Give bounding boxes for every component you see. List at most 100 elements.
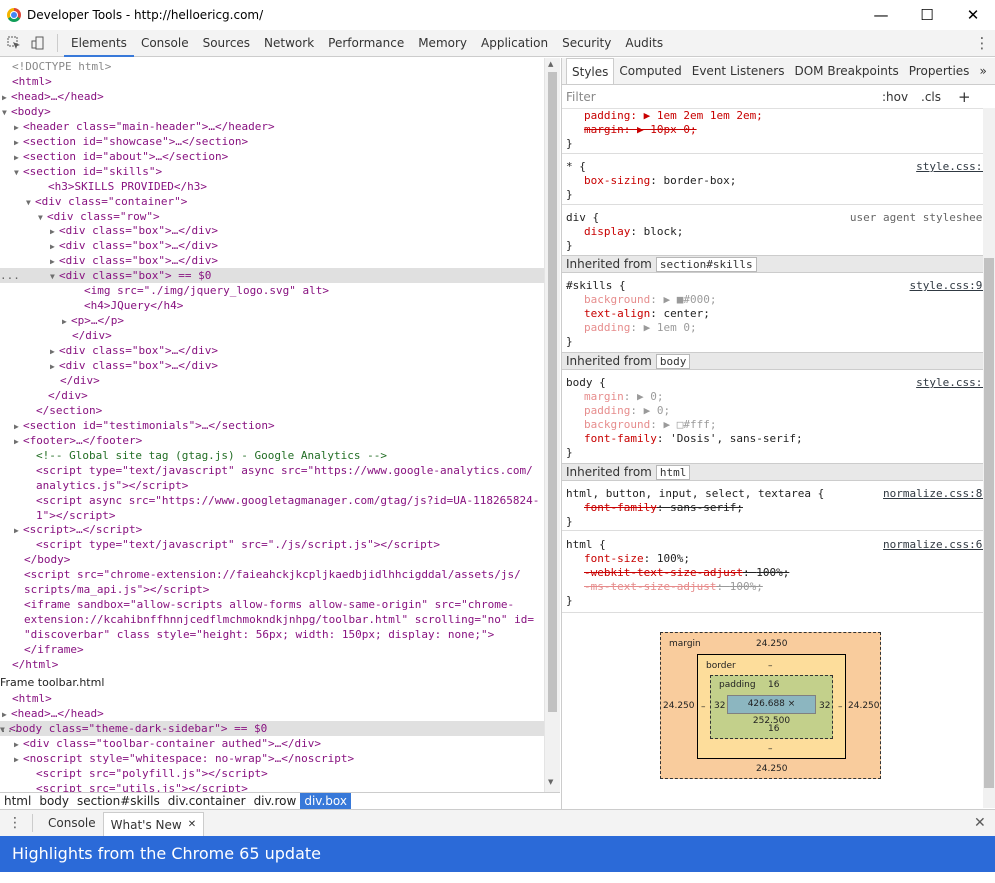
dom-node-line[interactable]: </div> (0, 373, 544, 388)
margin-bottom-value[interactable]: 24.250 (756, 764, 788, 774)
css-line[interactable]: html { (566, 538, 606, 552)
dom-node-line[interactable]: </section> (0, 403, 544, 418)
styles-more-tabs-icon[interactable]: » (974, 58, 991, 84)
dom-node-line[interactable]: ▶ <head>…</head> (0, 706, 544, 721)
expand-toggle-icon[interactable]: ▼ (50, 269, 59, 284)
expand-toggle-icon[interactable]: ▶ (14, 419, 23, 434)
css-line[interactable]: html, button, input, select, textarea { (566, 487, 824, 501)
css-line[interactable]: } (566, 137, 573, 151)
css-line[interactable]: body { (566, 376, 606, 390)
dom-node-line[interactable]: ▶ <div class="box">…</div> (0, 238, 544, 253)
breadcrumb-item[interactable]: html (0, 793, 35, 810)
dom-node-line[interactable]: <img src="./img/jquery_logo.svg" alt> (0, 283, 544, 298)
dom-node-line[interactable]: </div> (0, 328, 544, 343)
dom-node-line[interactable]: 1"></script> (0, 508, 544, 523)
dom-node-line[interactable]: ▼ <div class="container"> (0, 194, 544, 209)
breadcrumb-item[interactable]: section#skills (73, 793, 164, 810)
close-button[interactable]: ✕ (950, 0, 995, 30)
expand-toggle-icon[interactable]: ▶ (2, 90, 11, 105)
expand-toggle-icon[interactable]: ▼ (2, 105, 11, 120)
margin-top-value[interactable]: 24.250 (756, 639, 788, 649)
css-line[interactable]: padding: ▶ 1em 2em 1em 2em; (584, 109, 763, 123)
dom-node-line[interactable]: ▶ <div class="box">…</div> (0, 343, 544, 358)
expand-toggle-icon[interactable]: ▶ (14, 135, 23, 150)
css-line[interactable]: font-family: 'Dosis', sans-serif; (584, 432, 803, 446)
tab-sources[interactable]: Sources (196, 30, 257, 56)
margin-right-value[interactable]: 24.250 (848, 701, 880, 711)
inspect-icon[interactable] (5, 34, 23, 52)
expand-toggle-icon[interactable]: ▼ (26, 195, 35, 210)
css-line[interactable]: * { (566, 160, 586, 174)
styles-tab-event-listeners[interactable]: Event Listeners (687, 58, 790, 84)
tab-performance[interactable]: Performance (321, 30, 411, 56)
css-line[interactable]: font-family: sans-serif; (584, 501, 743, 515)
styles-scroll-thumb[interactable] (984, 258, 994, 788)
inherited-node-pill[interactable]: body (655, 354, 691, 369)
css-line[interactable]: box-sizing: border-box; (584, 174, 736, 188)
dom-node-line[interactable]: ▶ <script>…</script> (0, 522, 544, 537)
css-line[interactable]: background: ▶ □#fff; (584, 418, 716, 432)
dom-node-line[interactable]: </div> (0, 388, 544, 403)
stylesheet-source-link[interactable]: normalize.css:68 (883, 538, 989, 551)
expand-toggle-icon[interactable]: ▶ (50, 239, 59, 254)
css-line[interactable]: } (566, 594, 573, 608)
dom-node-line[interactable]: "discoverbar" class style="height: 56px;… (0, 627, 544, 642)
cls-toggle[interactable]: .cls (921, 90, 941, 104)
tab-application[interactable]: Application (474, 30, 555, 56)
more-options-icon[interactable]: ⋮ (973, 34, 991, 52)
tab-audits[interactable]: Audits (618, 30, 670, 56)
expand-toggle-icon[interactable]: ▶ (50, 359, 59, 374)
stylesheet-source-link[interactable]: style.css:5 (916, 376, 989, 389)
expand-toggle-icon[interactable]: ▶ (14, 737, 23, 752)
breadcrumb-item[interactable]: div.row (250, 793, 301, 810)
device-toggle-icon[interactable] (29, 34, 47, 52)
node-ellipsis[interactable]: ... (0, 721, 20, 736)
css-line[interactable]: } (566, 515, 573, 529)
dom-node-line[interactable]: ▶ <section id="about">…</section> (0, 149, 544, 164)
dom-node-line[interactable]: ▶ <noscript style="whitespace: no-wrap">…… (0, 751, 544, 766)
dom-node-line[interactable]: scripts/ma_api.js"></script> (0, 582, 544, 597)
css-line[interactable]: background: ▶ ■#000; (584, 293, 716, 307)
css-line[interactable]: -ms-text-size-adjust: 100%; (584, 580, 763, 594)
dom-node-line[interactable]: <script src="chrome-extension://faieahck… (0, 567, 544, 582)
css-line[interactable]: -webkit-text-size-adjust: 100%; (584, 566, 789, 580)
dom-node-line[interactable]: ▶ <head>…</head> (0, 89, 544, 104)
css-line[interactable]: margin: ▶ 10px 0; (584, 123, 697, 137)
expand-toggle-icon[interactable]: ▼ (14, 165, 23, 180)
padding-left-value[interactable]: 32 (714, 701, 725, 711)
tab-memory[interactable]: Memory (411, 30, 474, 56)
tab-network[interactable]: Network (257, 30, 321, 56)
css-line[interactable]: font-size: 100%; (584, 552, 690, 566)
dom-node-line[interactable]: <html> (0, 691, 544, 706)
styles-tab-properties[interactable]: Properties (904, 58, 975, 84)
drawer-tab-whats-new[interactable]: What's New ✕ (102, 812, 205, 836)
dom-node-line[interactable]: ▶ <section id="showcase">…</section> (0, 134, 544, 149)
css-line[interactable]: display: block; (584, 225, 683, 239)
frame-label[interactable]: Frame toolbar.html (0, 675, 544, 690)
box-model-border[interactable]: border – – – – padding 16 16 32 32 426.6… (697, 654, 846, 759)
styles-scrollbar[interactable] (983, 108, 995, 808)
css-line[interactable]: div { (566, 211, 599, 225)
styles-filter-input[interactable]: Filter (566, 90, 596, 104)
padding-top-value[interactable]: 16 (768, 680, 779, 690)
box-model-margin[interactable]: margin 24.250 24.250 24.250 24.250 borde… (660, 632, 881, 779)
stylesheet-source-link[interactable]: normalize.css:83 (883, 487, 989, 500)
dom-node-line[interactable]: <h3>SKILLS PROVIDED</h3> (0, 179, 544, 194)
dom-node-line[interactable]: <h4>JQuery</h4> (0, 298, 544, 313)
dom-node-line[interactable]: <iframe sandbox="allow-scripts allow-for… (0, 597, 544, 612)
border-bottom-value[interactable]: – (768, 744, 773, 754)
dom-node-line[interactable]: extension://kcahibnffhnnjcedflmchmokndkj… (0, 612, 544, 627)
breadcrumb-item[interactable]: body (35, 793, 73, 810)
border-top-value[interactable]: – (768, 661, 773, 671)
expand-toggle-icon[interactable]: ▶ (14, 150, 23, 165)
dom-node-line[interactable]: ▶ <div class="box">…</div> (0, 223, 544, 238)
dom-node-line[interactable]: <script src="utils.js"></script> (0, 781, 544, 792)
hov-toggle[interactable]: :hov (882, 90, 908, 104)
dom-node-line[interactable]: <script src="polyfill.js"></script> (0, 766, 544, 781)
inherited-node-pill[interactable]: html (655, 465, 691, 480)
css-line[interactable]: } (566, 239, 573, 253)
dom-node-line[interactable]: <!-- Global site tag (gtag.js) - Google … (0, 448, 544, 463)
dom-node-line[interactable]: analytics.js"></script> (0, 478, 544, 493)
padding-right-value[interactable]: 32 (819, 701, 830, 711)
expand-toggle-icon[interactable]: ▶ (50, 254, 59, 269)
